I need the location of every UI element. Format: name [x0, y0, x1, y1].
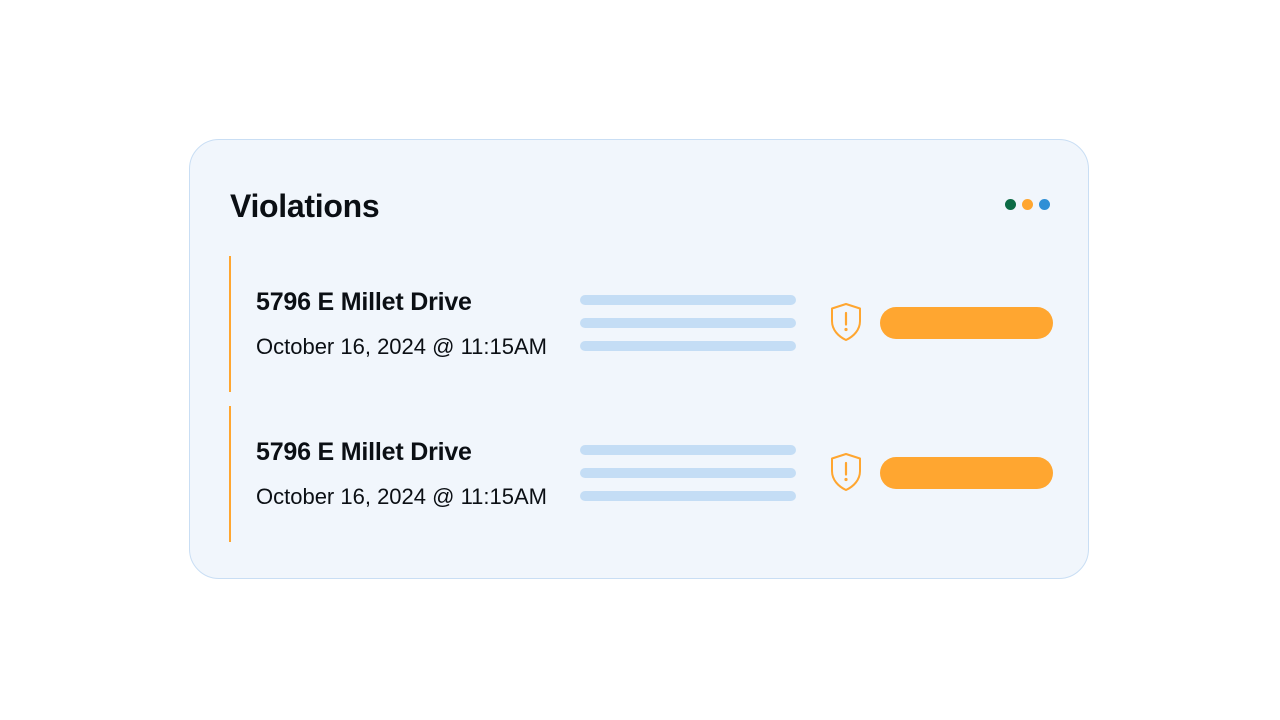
placeholder-line: [580, 491, 796, 501]
placeholder-line: [580, 295, 796, 305]
shield-alert-icon: [831, 303, 861, 341]
placeholder-line: [580, 468, 796, 478]
card-title: Violations: [230, 188, 380, 224]
violation-address: 5796 E Millet Drive: [256, 438, 472, 466]
violation-action-button[interactable]: [880, 457, 1053, 489]
violation-datetime: October 16, 2024 @ 11:15AM: [256, 334, 547, 359]
shield-alert-icon: [831, 453, 861, 491]
menu-dot-orange: [1022, 199, 1033, 210]
placeholder-text-lines: [580, 445, 796, 514]
violation-address: 5796 E Millet Drive: [256, 288, 472, 316]
more-options-button[interactable]: [1005, 199, 1050, 210]
violation-item[interactable]: 5796 E Millet Drive October 16, 2024 @ 1…: [229, 256, 1054, 392]
menu-dot-blue: [1039, 199, 1050, 210]
violations-card: Violations 5796 E Millet Drive October 1…: [189, 139, 1089, 579]
menu-dot-green: [1005, 199, 1016, 210]
placeholder-text-lines: [580, 295, 796, 364]
placeholder-line: [580, 445, 796, 455]
placeholder-line: [580, 318, 796, 328]
violation-datetime: October 16, 2024 @ 11:15AM: [256, 484, 547, 509]
violation-action-button[interactable]: [880, 307, 1053, 339]
violation-item[interactable]: 5796 E Millet Drive October 16, 2024 @ 1…: [229, 406, 1054, 542]
placeholder-line: [580, 341, 796, 351]
